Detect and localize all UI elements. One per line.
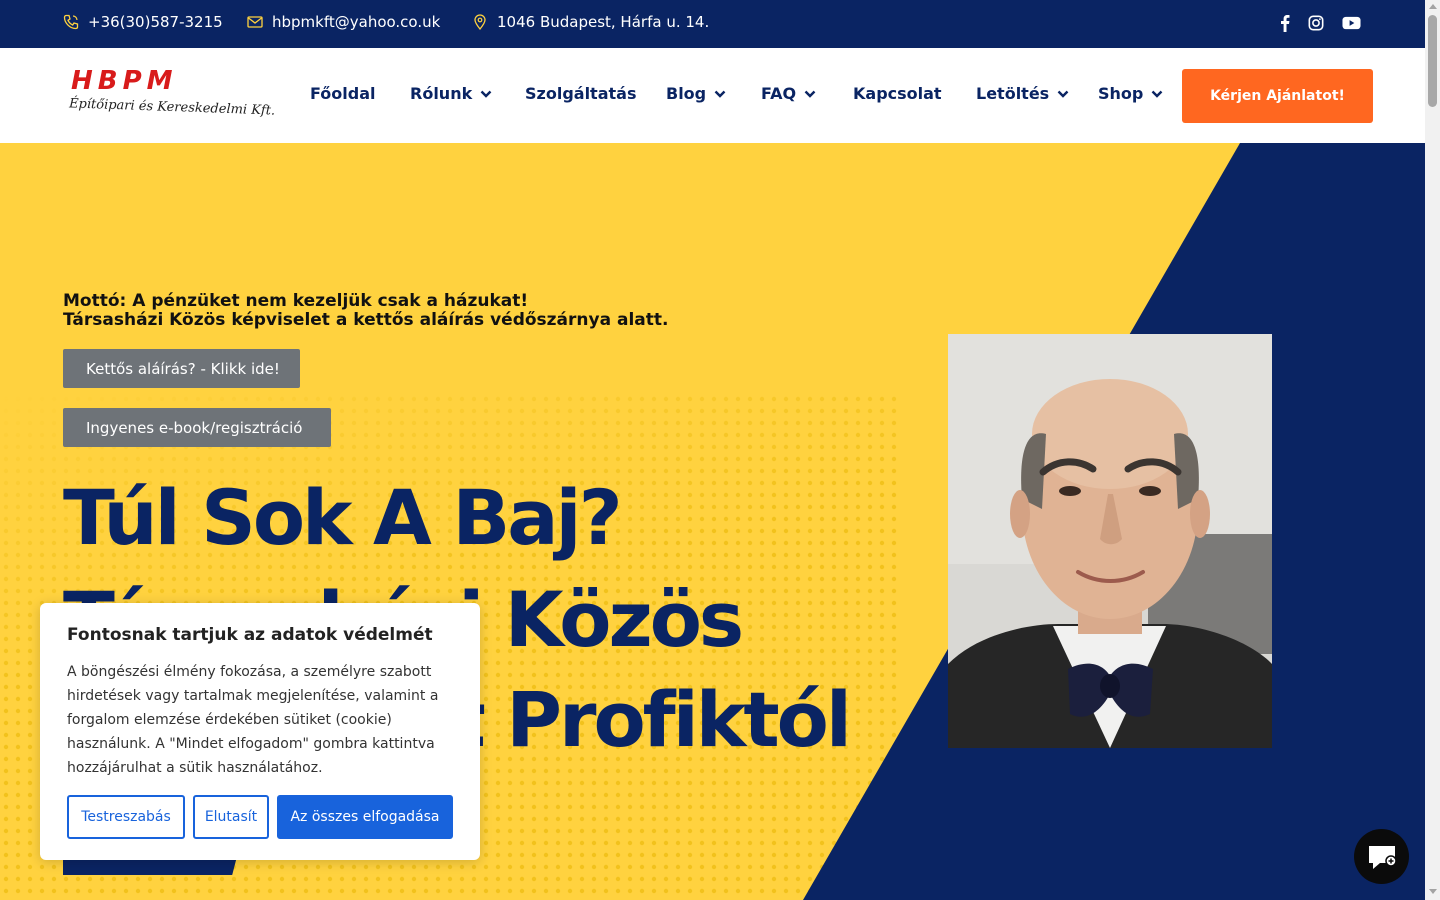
motto-line-2: Társasházi Közös képviselet a kettős alá… bbox=[63, 310, 669, 330]
scroll-up-arrow-icon[interactable] bbox=[1429, 4, 1437, 9]
chevron-down-icon bbox=[1057, 90, 1069, 98]
cookie-reject-button[interactable]: Elutasít bbox=[193, 795, 269, 839]
envelope-icon bbox=[247, 16, 263, 28]
nav-label: Szolgáltatás bbox=[525, 84, 637, 103]
email-contact[interactable]: hbpmkft@yahoo.co.uk bbox=[247, 13, 440, 31]
map-pin-icon bbox=[474, 14, 486, 30]
cookie-description: A böngészési élmény fokozása, a személyr… bbox=[67, 664, 439, 776]
scrollbar-thumb[interactable] bbox=[1428, 15, 1437, 107]
logo-tagline: Építőipari és Kereskedelmi Kft. bbox=[68, 96, 276, 119]
top-contact-bar: +36(30)587-3215 hbpmkft@yahoo.co.uk 1046… bbox=[0, 0, 1425, 48]
nav-item-blog[interactable]: Blog bbox=[666, 84, 726, 103]
site-logo[interactable]: HBPM Építőipari és Kereskedelmi Kft. bbox=[68, 66, 276, 126]
nav-item-letoltes[interactable]: Letöltés bbox=[976, 84, 1069, 103]
nav-label: Főoldal bbox=[310, 84, 376, 103]
youtube-icon[interactable] bbox=[1340, 14, 1362, 32]
nav-label: Kapcsolat bbox=[853, 84, 942, 103]
site-header: HBPM Építőipari és Kereskedelmi Kft. Főo… bbox=[0, 48, 1425, 143]
cookie-customize-button[interactable]: Testreszabás bbox=[67, 795, 185, 839]
nav-item-faq[interactable]: FAQ bbox=[761, 84, 816, 103]
logo-wordmark: HBPM bbox=[71, 66, 178, 96]
phone-number: +36(30)587-3215 bbox=[88, 13, 223, 31]
instagram-icon[interactable] bbox=[1307, 14, 1325, 32]
nav-item-rolunk[interactable]: Rólunk bbox=[410, 84, 492, 103]
nav-label: FAQ bbox=[761, 84, 797, 103]
cookie-title: Fontosnak tartjuk az adatok védelmét bbox=[67, 625, 433, 645]
ebook-registration-button[interactable]: Ingyenes e-book/regisztráció bbox=[63, 408, 331, 447]
chat-widget-button[interactable] bbox=[1354, 829, 1409, 884]
address-text: 1046 Budapest, Hárfa u. 14. bbox=[497, 13, 710, 31]
scroll-down-arrow-icon[interactable] bbox=[1429, 889, 1437, 894]
hero-motto: Mottó: A pénzüket nem kezeljük csak a há… bbox=[63, 292, 668, 330]
chevron-down-icon bbox=[480, 90, 492, 98]
email-address: hbpmkft@yahoo.co.uk bbox=[272, 13, 441, 31]
nav-label: Shop bbox=[1098, 84, 1144, 103]
hero-headline-line-1: Túl Sok A Baj? bbox=[63, 473, 623, 562]
page-scrollbar[interactable] bbox=[1425, 0, 1440, 900]
nav-label: Rólunk bbox=[410, 84, 473, 103]
cookie-consent-banner: Fontosnak tartjuk az adatok védelmét A b… bbox=[40, 603, 480, 860]
phone-icon bbox=[63, 14, 79, 30]
motto-line-1: Mottó: A pénzüket nem kezeljük csak a há… bbox=[63, 291, 529, 311]
chevron-down-icon bbox=[1152, 90, 1163, 98]
nav-item-szolgaltatas[interactable]: Szolgáltatás bbox=[525, 84, 636, 103]
request-quote-button[interactable]: Kérjen Ajánlatot! bbox=[1182, 69, 1373, 123]
chevron-down-icon bbox=[804, 90, 816, 98]
nav-item-shop[interactable]: Shop bbox=[1098, 84, 1163, 103]
double-signature-button[interactable]: Kettős aláírás? - Klikk ide! bbox=[63, 349, 300, 388]
nav-label: Letöltés bbox=[976, 84, 1050, 103]
phone-contact[interactable]: +36(30)587-3215 bbox=[63, 13, 223, 31]
portrait-photo bbox=[948, 334, 1272, 748]
nav-item-fooldal[interactable]: Főoldal bbox=[310, 84, 375, 103]
nav-item-kapcsolat[interactable]: Kapcsolat bbox=[853, 84, 942, 103]
chevron-down-icon bbox=[714, 90, 726, 98]
nav-label: Blog bbox=[666, 84, 707, 103]
chat-bubble-icon bbox=[1368, 845, 1397, 869]
facebook-icon[interactable] bbox=[1278, 14, 1292, 32]
address-contact: 1046 Budapest, Hárfa u. 14. bbox=[472, 13, 709, 31]
cookie-accept-all-button[interactable]: Az összes elfogadása bbox=[277, 795, 453, 839]
